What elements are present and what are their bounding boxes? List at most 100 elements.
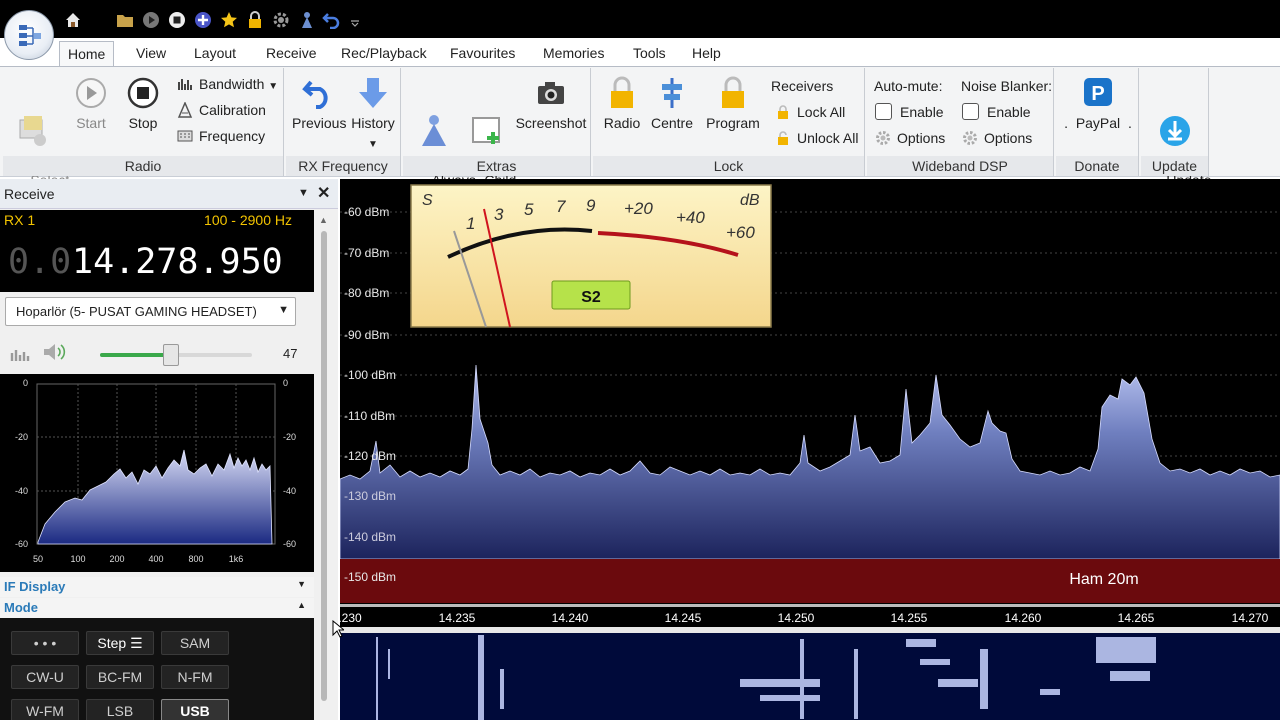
mode-n-fm-button[interactable]: N-FM bbox=[161, 665, 229, 689]
gear-icon[interactable] bbox=[272, 11, 290, 29]
mode-w-fm-button[interactable]: W-FM bbox=[11, 699, 79, 720]
dropdown-icon[interactable] bbox=[350, 11, 360, 29]
lock-group: Radio Centre Program Receivers Lock All … bbox=[593, 68, 865, 176]
tab-tools[interactable]: Tools bbox=[625, 41, 674, 66]
mode-more-button[interactable]: • • • bbox=[11, 631, 79, 655]
mode-buttons: • • • Step ☰ SAM CW-U BC-FM N-FM W-FM LS… bbox=[0, 618, 314, 720]
history-button[interactable]: History ▼ bbox=[348, 76, 398, 154]
spectrum-svg: S dB 1 3 5 7 9 +20 +40 +60 S2 Ham 20m bbox=[340, 184, 1280, 720]
play-circle-icon bbox=[76, 78, 106, 108]
unlock-all-button[interactable]: Unlock All bbox=[775, 128, 858, 148]
undo-icon[interactable] bbox=[322, 11, 340, 29]
start-button[interactable]: Start bbox=[69, 76, 113, 133]
s-meter-s-label: S bbox=[422, 192, 433, 209]
auto-mute-enable-checkbox[interactable]: Enable bbox=[875, 102, 944, 122]
equalizer-icon[interactable] bbox=[10, 346, 30, 362]
panel-scrollbar[interactable]: ▲ bbox=[318, 215, 330, 720]
audio-device-select[interactable]: Hoparlör (5- PUSAT GAMING HEADSET) ▼ bbox=[5, 297, 296, 326]
calibration-label: Calibration bbox=[199, 102, 266, 118]
lock-all-button[interactable]: Lock All bbox=[775, 102, 845, 122]
panel-menu-icon[interactable]: ▼ bbox=[298, 187, 309, 199]
mode-lsb-button[interactable]: LSB bbox=[86, 699, 154, 720]
frequency-value[interactable]: 14.278.950 bbox=[72, 242, 283, 282]
previous-button[interactable]: Previous bbox=[292, 76, 346, 133]
stop-icon[interactable] bbox=[168, 11, 186, 29]
padlock-icon bbox=[778, 105, 788, 119]
mode-usb-button[interactable]: USB bbox=[161, 699, 229, 720]
centre-icon bbox=[662, 78, 682, 108]
home-icon[interactable] bbox=[64, 11, 82, 29]
lock-centre-button[interactable]: Centre bbox=[647, 76, 697, 133]
chevron-down-icon: ▼ bbox=[278, 304, 289, 316]
lock-program-button[interactable]: Program bbox=[703, 76, 763, 133]
scroll-up-icon[interactable]: ▲ bbox=[319, 215, 328, 225]
checkbox[interactable] bbox=[962, 103, 979, 120]
close-icon[interactable]: ✕ bbox=[317, 183, 330, 203]
tab-layout[interactable]: Layout bbox=[186, 41, 244, 66]
lock-radio-button[interactable]: Radio bbox=[597, 76, 647, 133]
noise-blanker-enable-checkbox[interactable]: Enable bbox=[962, 102, 1031, 122]
stop-button[interactable]: Stop bbox=[121, 76, 165, 133]
tab-rec-playback[interactable]: Rec/Playback bbox=[333, 41, 435, 66]
star-icon[interactable] bbox=[220, 11, 238, 29]
lock-program-label: Program bbox=[706, 115, 760, 131]
frequency-axis-label: 14.270 bbox=[1231, 611, 1269, 625]
tab-favourites[interactable]: Favourites bbox=[442, 41, 523, 66]
scrollbar-thumb[interactable] bbox=[321, 231, 327, 701]
frequency-display[interactable]: RX 1 100 - 2900 Hz 0.0 14.278.950 bbox=[0, 210, 314, 292]
mode-section-header[interactable]: Mode ▲ bbox=[0, 598, 314, 618]
checkbox[interactable] bbox=[875, 103, 892, 120]
screenshot-button[interactable]: Screenshot bbox=[515, 76, 587, 133]
frequency-axis-label: 14.265 bbox=[1117, 611, 1155, 625]
mode-cw-u-button[interactable]: CW-U bbox=[11, 665, 79, 689]
download-icon bbox=[1160, 116, 1190, 146]
chevron-down-icon: ▼ bbox=[268, 81, 279, 92]
spectrum-display[interactable]: S dB 1 3 5 7 9 +20 +40 +60 S2 Ham 20m -6… bbox=[340, 179, 1280, 720]
bandwidth-button[interactable]: Bandwidth ▼ bbox=[177, 74, 278, 97]
lock-radio-label: Radio bbox=[603, 115, 641, 131]
app-menu-button[interactable] bbox=[4, 10, 54, 60]
stop-circle-icon bbox=[127, 77, 159, 109]
gear-icon bbox=[876, 131, 890, 145]
volume-slider[interactable] bbox=[100, 344, 252, 366]
calibration-button[interactable]: Calibration bbox=[177, 100, 266, 120]
ribbon-tabs: Home View Layout Receive Rec/Playback Fa… bbox=[0, 38, 1280, 66]
volume-slider-thumb[interactable] bbox=[163, 344, 180, 366]
if-display-section-header[interactable]: IF Display ▼ bbox=[0, 577, 314, 597]
previous-label: Previous bbox=[292, 115, 347, 131]
add-icon[interactable] bbox=[194, 11, 212, 29]
new-window-icon bbox=[472, 117, 500, 144]
update-group-title: Update bbox=[1141, 156, 1208, 176]
mode-label: Mode bbox=[4, 600, 38, 615]
rx-label: RX 1 bbox=[4, 212, 36, 228]
auto-mute-enable-label: Enable bbox=[900, 104, 944, 120]
x-tick-label: 100 bbox=[70, 554, 85, 564]
mode-bc-fm-button[interactable]: BC-FM bbox=[86, 665, 154, 689]
lock-centre-label: Centre bbox=[650, 115, 694, 131]
tab-home[interactable]: Home bbox=[59, 41, 115, 66]
volume-value: 47 bbox=[283, 346, 298, 361]
keyboard-icon bbox=[177, 130, 193, 142]
waterfall-divider[interactable] bbox=[340, 627, 1280, 633]
step-button[interactable]: Step ☰ bbox=[86, 631, 154, 655]
user-icon[interactable] bbox=[298, 11, 316, 29]
audio-spectrum-graph[interactable]: 0 -20 -40 -60 0 -20 -40 -60 50 100 200 4… bbox=[0, 374, 314, 572]
tab-help[interactable]: Help bbox=[684, 41, 729, 66]
mode-sam-button[interactable]: SAM bbox=[161, 631, 229, 655]
speaker-icon[interactable] bbox=[42, 342, 66, 362]
play-icon[interactable] bbox=[142, 11, 160, 29]
s-meter-db-scale-label: +20 bbox=[624, 199, 653, 218]
noise-blanker-enable-label: Enable bbox=[987, 104, 1031, 120]
auto-mute-options-button[interactable]: Options bbox=[875, 128, 945, 148]
tab-view[interactable]: View bbox=[128, 41, 174, 66]
folder-icon[interactable] bbox=[116, 11, 134, 29]
tab-memories[interactable]: Memories bbox=[535, 41, 612, 66]
lock-icon[interactable] bbox=[246, 11, 264, 29]
audio-spectrum-svg: 0 -20 -40 -60 0 -20 -40 -60 50 100 200 4… bbox=[15, 378, 296, 564]
paypal-dot-left: . bbox=[1064, 115, 1069, 131]
paypal-button[interactable]: P . PayPal . bbox=[1064, 76, 1132, 133]
frequency-button[interactable]: Frequency bbox=[177, 126, 265, 146]
noise-blanker-options-button[interactable]: Options bbox=[962, 128, 1032, 148]
band-label: Ham 20m bbox=[1069, 571, 1138, 588]
tab-receive[interactable]: Receive bbox=[258, 41, 325, 66]
